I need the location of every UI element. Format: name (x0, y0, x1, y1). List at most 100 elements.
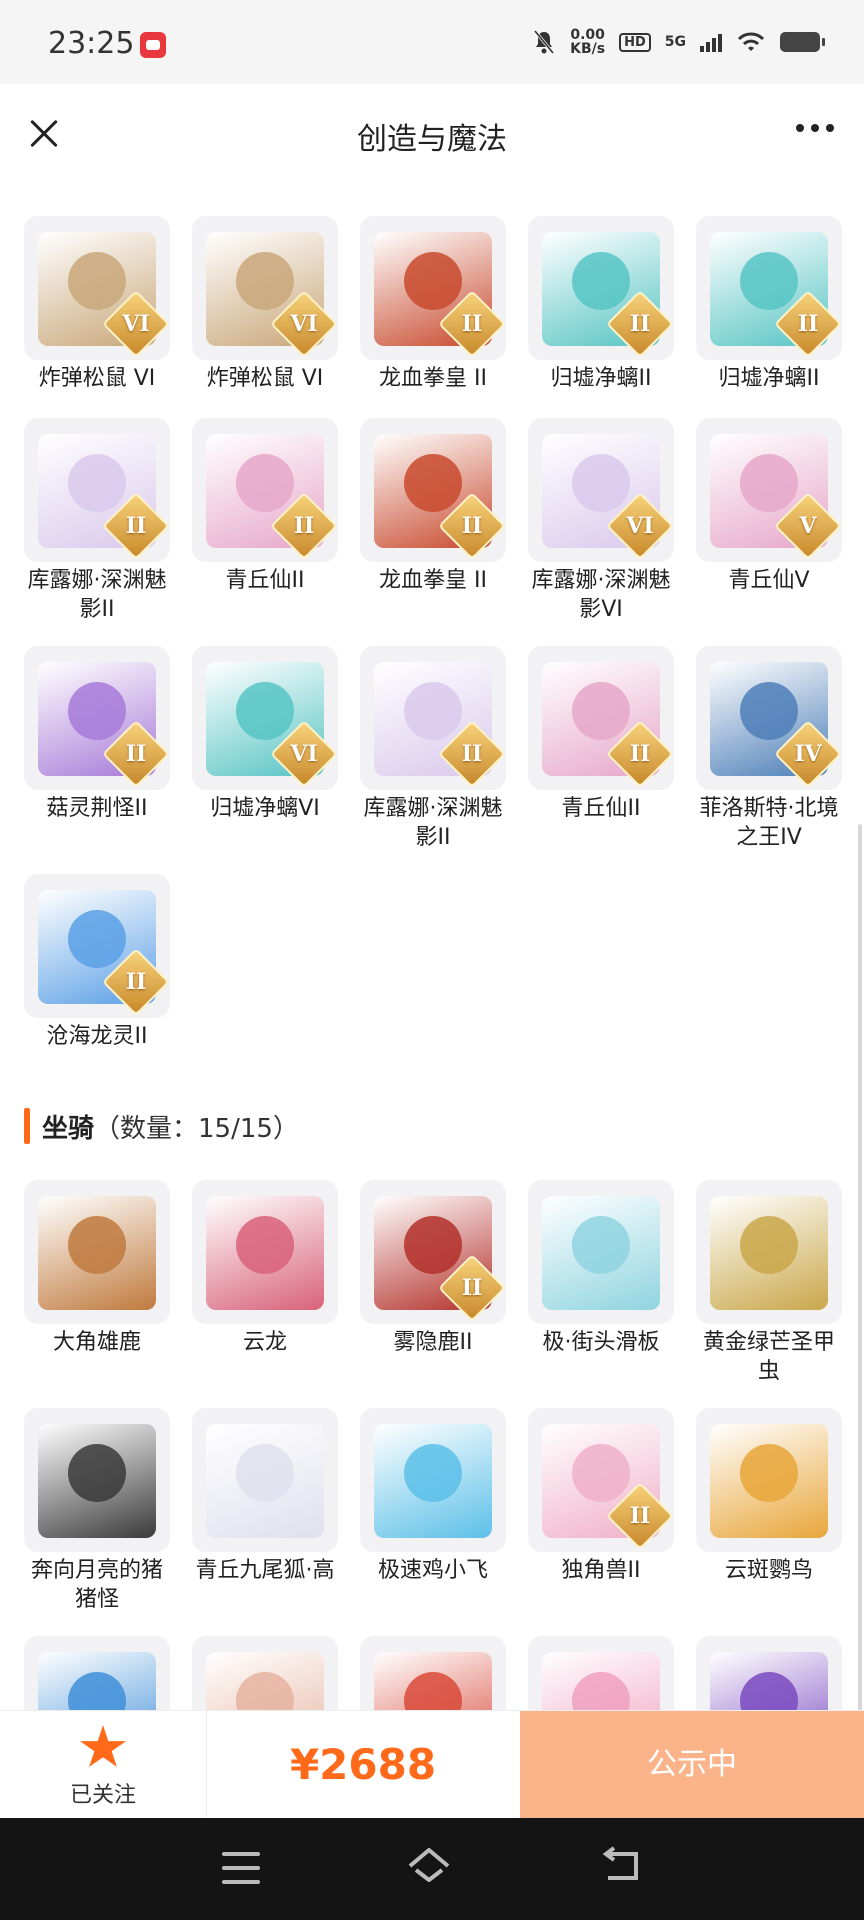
item-card[interactable]: VI 炸弹松鼠 VI (192, 216, 338, 393)
item-card[interactable]: II 青丘仙II (192, 418, 338, 595)
more-icon[interactable] (796, 124, 834, 132)
item-artwork (38, 1652, 156, 1710)
item-card[interactable]: 云斑鹦鸟 (696, 1408, 842, 1585)
tier-badge-label: II (125, 741, 147, 767)
item-thumbnail: VI (24, 216, 170, 360)
item-name: 大角雄鹿 (52, 1330, 141, 1355)
item-card[interactable] (192, 1636, 338, 1710)
item-card[interactable]: II 归墟净螭II (528, 216, 674, 393)
item-card[interactable]: II 库露娜·深渊魅影II (24, 418, 170, 624)
home-icon[interactable] (406, 1846, 452, 1886)
item-name: 炸弹松鼠 VI (206, 366, 324, 391)
network-type-label: 5G (664, 34, 686, 50)
item-thumbnail: II (360, 216, 506, 360)
scrollbar[interactable] (858, 824, 862, 1710)
item-thumbnail (696, 1180, 842, 1324)
item-card[interactable] (696, 1636, 842, 1710)
system-navigation-bar (0, 1818, 864, 1920)
item-name: 雾隐鹿II (393, 1330, 473, 1355)
item-thumbnail: II (24, 418, 170, 562)
tier-badge-label: II (461, 741, 483, 767)
item-artwork (710, 1424, 828, 1538)
top-navigation: 创造与魔法 (0, 84, 864, 184)
item-card[interactable]: 黄金绿芒圣甲虫 (696, 1180, 842, 1386)
item-thumbnail (360, 1408, 506, 1552)
item-thumbnail: II (360, 418, 506, 562)
item-thumbnail: IV (696, 646, 842, 790)
item-card[interactable]: II 龙血拳皇 II (360, 418, 506, 595)
tier-badge-label: II (797, 311, 819, 337)
item-card[interactable]: II 归墟净螭II (696, 216, 842, 393)
follow-button[interactable]: 已关注 (0, 1711, 207, 1819)
menu-icon[interactable] (222, 1852, 260, 1884)
tier-badge-label: IV (794, 741, 822, 767)
hd-icon: HD (619, 32, 651, 52)
item-card[interactable]: VI 归墟净螭VI (192, 646, 338, 823)
item-artwork (542, 1652, 660, 1710)
tier-badge-label: VI (626, 513, 654, 539)
item-card[interactable]: II 菇灵荆怪II (24, 646, 170, 823)
item-card[interactable]: 云龙 (192, 1180, 338, 1357)
item-card[interactable] (360, 1636, 506, 1710)
item-card[interactable]: II 龙血拳皇 II (360, 216, 506, 393)
item-card[interactable]: V 青丘仙V (696, 418, 842, 595)
tier-badge-label: II (629, 1503, 651, 1529)
item-artwork (542, 1196, 660, 1310)
tier-badge-label: VI (290, 311, 318, 337)
item-card[interactable]: VI 炸弹松鼠 VI (24, 216, 170, 393)
item-card[interactable]: 奔向月亮的猪猪怪 (24, 1408, 170, 1614)
tier-badge-label: II (461, 513, 483, 539)
item-thumbnail: II (528, 216, 674, 360)
tier-badge-label: II (461, 311, 483, 337)
item-card[interactable]: II 独角兽II (528, 1408, 674, 1585)
item-thumbnail: II (528, 1408, 674, 1552)
item-artwork (374, 1652, 492, 1710)
back-icon[interactable] (600, 1846, 644, 1886)
item-card[interactable]: 大角雄鹿 (24, 1180, 170, 1357)
item-artwork (206, 1424, 324, 1538)
item-name: 独角兽II (561, 1558, 641, 1583)
item-card[interactable]: II 沧海龙灵II (24, 874, 170, 1051)
page-title: 创造与魔法 (357, 122, 507, 157)
item-artwork (206, 1196, 324, 1310)
public-notice-button[interactable]: 公示中 (520, 1711, 864, 1819)
status-time: 23:25 (48, 26, 135, 61)
mute-bell-icon (533, 30, 555, 54)
item-card[interactable]: 极速鸡小飞 (360, 1408, 506, 1585)
item-thumbnail (24, 1408, 170, 1552)
item-card[interactable]: IV 菲洛斯特·北境之王IV (696, 646, 842, 852)
section-count: （数量：15/15） (94, 1113, 299, 1144)
item-thumbnail (360, 1636, 506, 1710)
item-artwork (206, 1652, 324, 1710)
item-name: 库露娜·深渊魅影VI (531, 568, 671, 622)
item-name: 沧海龙灵II (46, 1024, 148, 1049)
item-name: 龙血拳皇 II (379, 568, 487, 593)
item-name: 云龙 (242, 1330, 287, 1355)
network-speed-unit: KB/s (570, 41, 606, 57)
item-card[interactable]: II 青丘仙II (528, 646, 674, 823)
item-name: 青丘仙V (728, 568, 810, 593)
item-name: 归墟净螭II (718, 366, 820, 391)
tier-badge-label: II (293, 513, 315, 539)
item-artwork (38, 1196, 156, 1310)
item-thumbnail (528, 1636, 674, 1710)
item-thumbnail: VI (192, 216, 338, 360)
item-card[interactable]: 青丘九尾狐·高 (192, 1408, 338, 1585)
item-thumbnail (24, 1636, 170, 1710)
item-card[interactable]: VI 库露娜·深渊魅影VI (528, 418, 674, 624)
item-card[interactable] (528, 1636, 674, 1710)
status-indicators: 0.00 KB/s HD 5G (532, 28, 825, 57)
item-thumbnail (192, 1408, 338, 1552)
item-artwork (710, 1196, 828, 1310)
item-name: 极速鸡小飞 (377, 1558, 488, 1583)
item-card[interactable]: II 库露娜·深渊魅影II (360, 646, 506, 852)
item-card[interactable]: 极·街头滑板 (528, 1180, 674, 1357)
item-thumbnail (528, 1180, 674, 1324)
item-name: 库露娜·深渊魅影II (27, 568, 167, 622)
item-thumbnail: V (696, 418, 842, 562)
status-bar: 23:25 0.00 KB/s HD 5G (0, 0, 864, 84)
item-card[interactable] (24, 1636, 170, 1710)
item-thumbnail: II (696, 216, 842, 360)
mounts-section-header: 坐骑 （数量：15/15） (24, 1106, 299, 1146)
item-card[interactable]: II 雾隐鹿II (360, 1180, 506, 1357)
